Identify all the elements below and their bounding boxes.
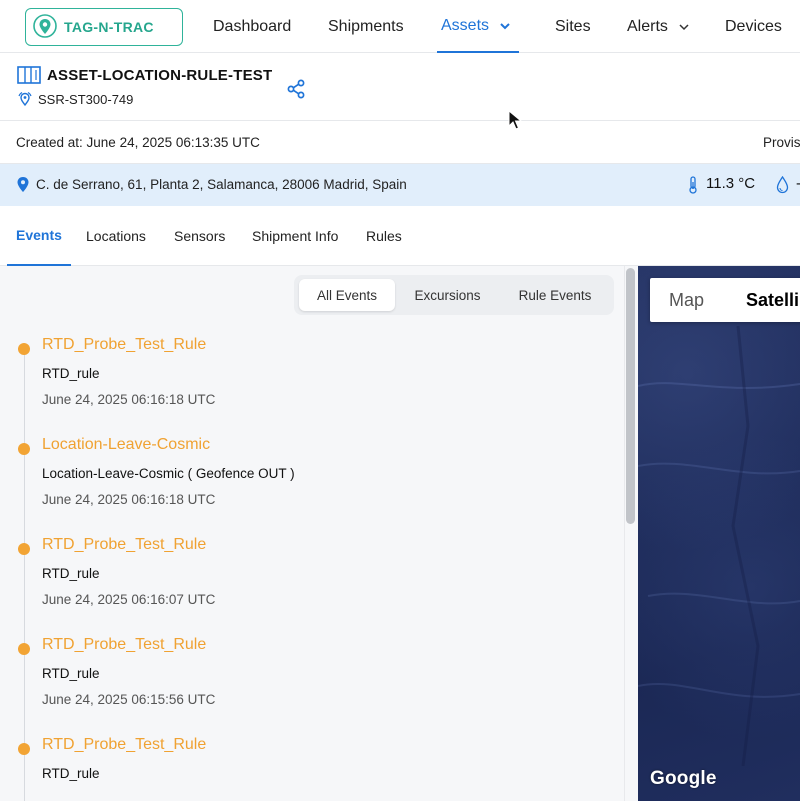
event-item[interactable]: RTD_Probe_Test_Rule RTD_rule June 24, 20…	[0, 336, 620, 436]
google-attribution: Google	[650, 768, 717, 789]
event-filter: All Events Excursions Rule Events	[294, 275, 614, 315]
map-type-control: Map Satelli	[650, 278, 800, 322]
tab-label: Events	[16, 227, 62, 243]
tab-label: Rules	[366, 228, 402, 244]
events-panel: All Events Excursions Rule Events RTD_Pr…	[0, 266, 624, 801]
device-id[interactable]: SSR-ST300-749	[38, 92, 133, 107]
event-time: June 24, 2025 06:16:07 UTC	[42, 592, 216, 607]
event-dot	[18, 743, 30, 755]
filter-label: All Events	[316, 287, 378, 303]
temperature-value: 11.3 °C	[706, 175, 756, 192]
event-title: RTD_Probe_Test_Rule	[42, 536, 207, 553]
event-time: June 24, 2025 06:15:56 UTC	[42, 692, 216, 707]
event-title: RTD_Probe_Test_Rule	[42, 336, 207, 353]
event-title: RTD_Probe_Test_Rule	[42, 636, 207, 653]
event-dot	[18, 643, 30, 655]
tab-label: Locations	[86, 228, 146, 244]
event-description: RTD_rule	[42, 766, 100, 781]
nav-label: Alerts	[627, 17, 668, 35]
event-item[interactable]: RTD_Probe_Test_Rule RTD_rule June 24, 20…	[0, 636, 620, 736]
nav-label: Assets	[441, 16, 490, 34]
filter-rule-events[interactable]: Rule Events	[500, 279, 610, 311]
asset-tabs: Events Locations Sensors Shipment Info R…	[0, 206, 800, 266]
event-item[interactable]: Location-Leave-Cosmic Location-Leave-Cos…	[0, 436, 620, 536]
map-type-satellite[interactable]: Satelli	[746, 278, 799, 322]
nav-devices[interactable]: Devices	[725, 0, 782, 53]
location-bar: C. de Serrano, 61, Planta 2, Salamanca, …	[0, 164, 800, 206]
tab-events[interactable]: Events	[7, 206, 71, 266]
event-time: June 24, 2025 06:16:18 UTC	[42, 492, 216, 507]
event-dot	[18, 343, 30, 355]
filter-label: Rule Events	[518, 287, 592, 303]
nav-label: Devices	[725, 17, 782, 35]
tab-rules[interactable]: Rules	[366, 206, 402, 266]
event-description: RTD_rule	[42, 566, 100, 581]
share-icon[interactable]	[286, 79, 306, 99]
tab-label: Shipment Info	[252, 228, 339, 244]
humidity-icon	[776, 176, 789, 194]
map-terrain	[638, 325, 800, 767]
event-title: RTD_Probe_Test_Rule	[42, 736, 207, 753]
provisioned-at: Provis	[763, 135, 800, 150]
event-time: June 24, 2025 06:16:18 UTC	[42, 392, 216, 407]
current-address: C. de Serrano, 61, Planta 2, Salamanca, …	[36, 177, 407, 192]
container-icon	[17, 66, 41, 84]
top-nav: TAG-N-TRAC Dashboard Shipments Assets Si…	[0, 0, 800, 53]
nav-sites[interactable]: Sites	[555, 0, 591, 53]
asset-info-row: Created at: June 24, 2025 06:13:35 UTC P…	[0, 121, 800, 164]
event-dot	[18, 543, 30, 555]
chevron-down-icon	[679, 23, 689, 30]
thermometer-icon	[689, 176, 697, 194]
nav-dashboard[interactable]: Dashboard	[213, 0, 291, 53]
event-description: RTD_rule	[42, 366, 100, 381]
event-description: Location-Leave-Cosmic ( Geofence OUT )	[42, 466, 295, 481]
brand-logo[interactable]: TAG-N-TRAC	[25, 8, 183, 46]
nav-assets[interactable]: Assets	[437, 0, 520, 53]
humidity-value: -	[796, 175, 800, 192]
nav-label: Dashboard	[213, 17, 292, 35]
tab-shipment-info[interactable]: Shipment Info	[252, 206, 338, 266]
created-at: Created at: June 24, 2025 06:13:35 UTC	[16, 135, 260, 150]
map-type-label: Satelli	[746, 289, 800, 310]
event-item[interactable]: RTD_Probe_Test_Rule RTD_rule June 24, 20…	[0, 536, 620, 636]
location-pin-logo-icon	[33, 14, 57, 38]
event-description: RTD_rule	[42, 666, 100, 681]
events-scrollbar-thumb[interactable]	[626, 268, 635, 524]
event-title: Location-Leave-Cosmic	[42, 436, 211, 453]
map-type-map[interactable]: Map	[669, 278, 704, 322]
event-dot	[18, 443, 30, 455]
asset-title: ASSET-LOCATION-RULE-TEST	[47, 67, 273, 84]
chevron-down-icon	[500, 22, 510, 29]
nav-shipments[interactable]: Shipments	[328, 0, 404, 53]
map-pin-icon	[17, 177, 29, 192]
tab-label: Sensors	[174, 228, 226, 244]
event-item[interactable]: RTD_Probe_Test_Rule RTD_rule	[0, 736, 620, 801]
filter-all-events[interactable]: All Events	[299, 279, 395, 311]
brand-name: TAG-N-TRAC	[64, 19, 154, 35]
map-view[interactable]: Map Satelli Google	[638, 266, 800, 801]
nav-label: Sites	[555, 17, 591, 35]
nav-label: Shipments	[328, 17, 404, 35]
tab-locations[interactable]: Locations	[86, 206, 146, 266]
filter-excursions[interactable]: Excursions	[399, 279, 496, 311]
mouse-cursor-icon	[508, 110, 522, 130]
asset-header: ASSET-LOCATION-RULE-TEST SSR-ST300-749	[0, 53, 800, 121]
sensor-icon	[18, 91, 32, 107]
nav-alerts[interactable]: Alerts	[627, 0, 690, 53]
tab-sensors[interactable]: Sensors	[174, 206, 225, 266]
map-type-label: Map	[669, 289, 705, 310]
filter-label: Excursions	[414, 287, 481, 303]
